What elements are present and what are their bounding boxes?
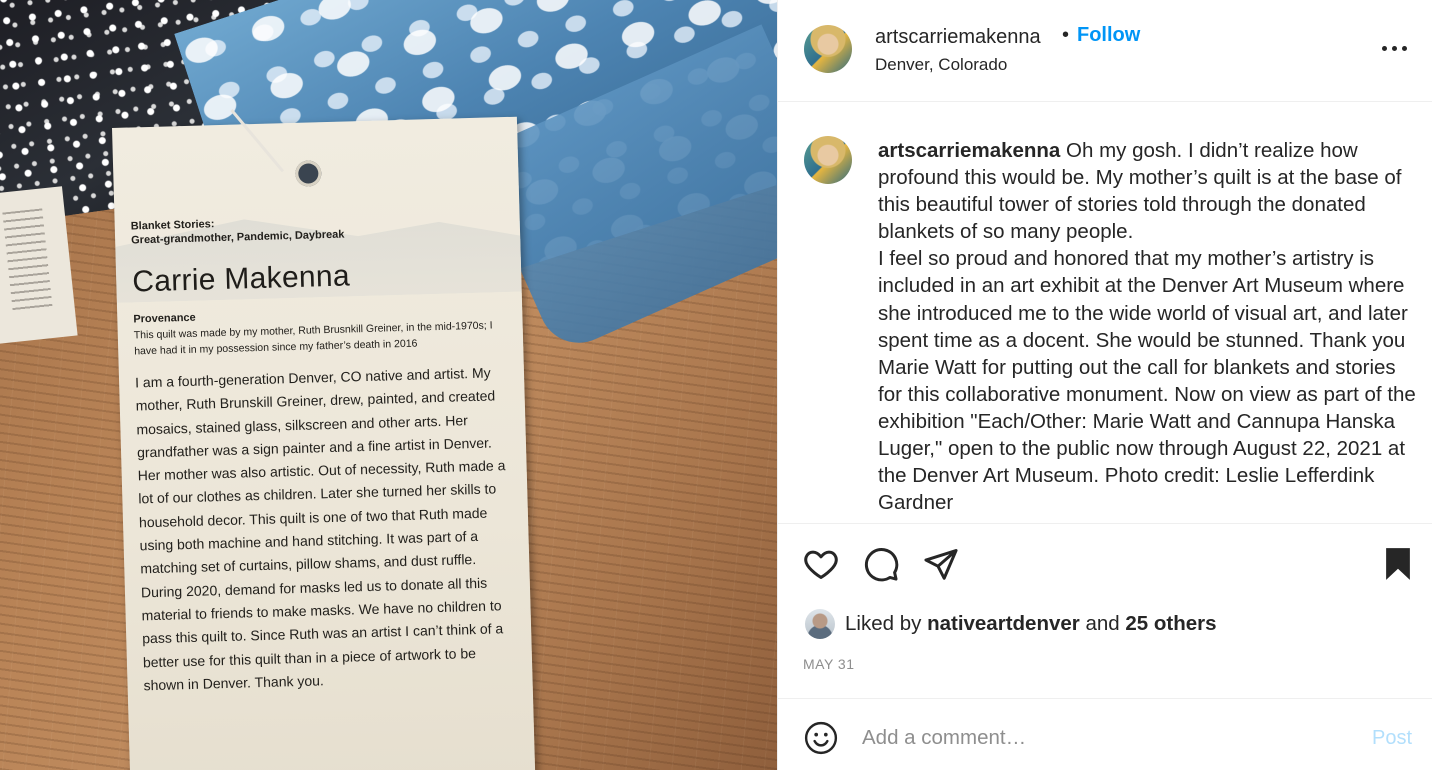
- instagram-post-view: Blanket Stories: Great-grandmother, Pand…: [0, 0, 1432, 770]
- liked-by-user[interactable]: nativeartdenver: [927, 612, 1080, 635]
- liked-by-others[interactable]: 25 others: [1125, 612, 1216, 635]
- smiley-icon[interactable]: [804, 721, 838, 755]
- author-username[interactable]: artscarriemakenna: [875, 26, 1041, 49]
- likes-text: Liked by nativeartdenver and 25 others: [845, 612, 1217, 636]
- blanket-story-tag: Blanket Stories: Great-grandmother, Pand…: [112, 116, 536, 770]
- post-comment-button[interactable]: Post: [1372, 727, 1412, 750]
- caption-username[interactable]: artscarriemakenna: [878, 139, 1060, 162]
- tag-body-text: I am a fourth-generation Denver, CO nati…: [134, 364, 506, 694]
- post-header: artscarriemakenna • Follow Denver, Color…: [778, 0, 1432, 102]
- tag-hole: [294, 160, 322, 187]
- post-date[interactable]: MAY 31: [803, 656, 855, 672]
- header-separator: •: [1062, 24, 1070, 46]
- comment-input[interactable]: [862, 721, 1332, 755]
- caption-text: Oh my gosh. I didn’t realize how profoun…: [878, 139, 1416, 515]
- author-avatar[interactable]: [804, 25, 852, 73]
- post-actions: Liked by nativeartdenver and 25 others M…: [778, 523, 1432, 698]
- tag-name: Carrie Makenna: [131, 259, 351, 299]
- paper-plane-icon[interactable]: [922, 545, 960, 583]
- add-comment-bar: Post: [778, 698, 1432, 770]
- likes-summary: Liked by nativeartdenver and 25 others: [805, 608, 1217, 640]
- bookmark-icon[interactable]: [1379, 545, 1417, 583]
- post-side-panel: artscarriemakenna • Follow Denver, Color…: [777, 0, 1432, 770]
- comment-bubble-icon[interactable]: [862, 545, 900, 583]
- liker-avatar[interactable]: [805, 609, 835, 639]
- liked-by-and: and: [1085, 612, 1120, 635]
- follow-button[interactable]: Follow: [1077, 24, 1140, 47]
- tag-text: Blanket Stories: Great-grandmother, Pand…: [131, 209, 514, 697]
- post-caption: artscarriemakenna Oh my gosh. I didn’t r…: [878, 137, 1423, 516]
- post-photo[interactable]: Blanket Stories: Great-grandmother, Pand…: [0, 0, 777, 770]
- more-options-icon[interactable]: [1380, 34, 1410, 64]
- caption-section: artscarriemakenna Oh my gosh. I didn’t r…: [778, 102, 1432, 523]
- heart-icon[interactable]: [802, 545, 840, 583]
- liked-by-prefix: Liked by: [845, 612, 922, 635]
- caption-author-avatar[interactable]: [804, 136, 852, 184]
- post-location[interactable]: Denver, Colorado: [875, 55, 1007, 75]
